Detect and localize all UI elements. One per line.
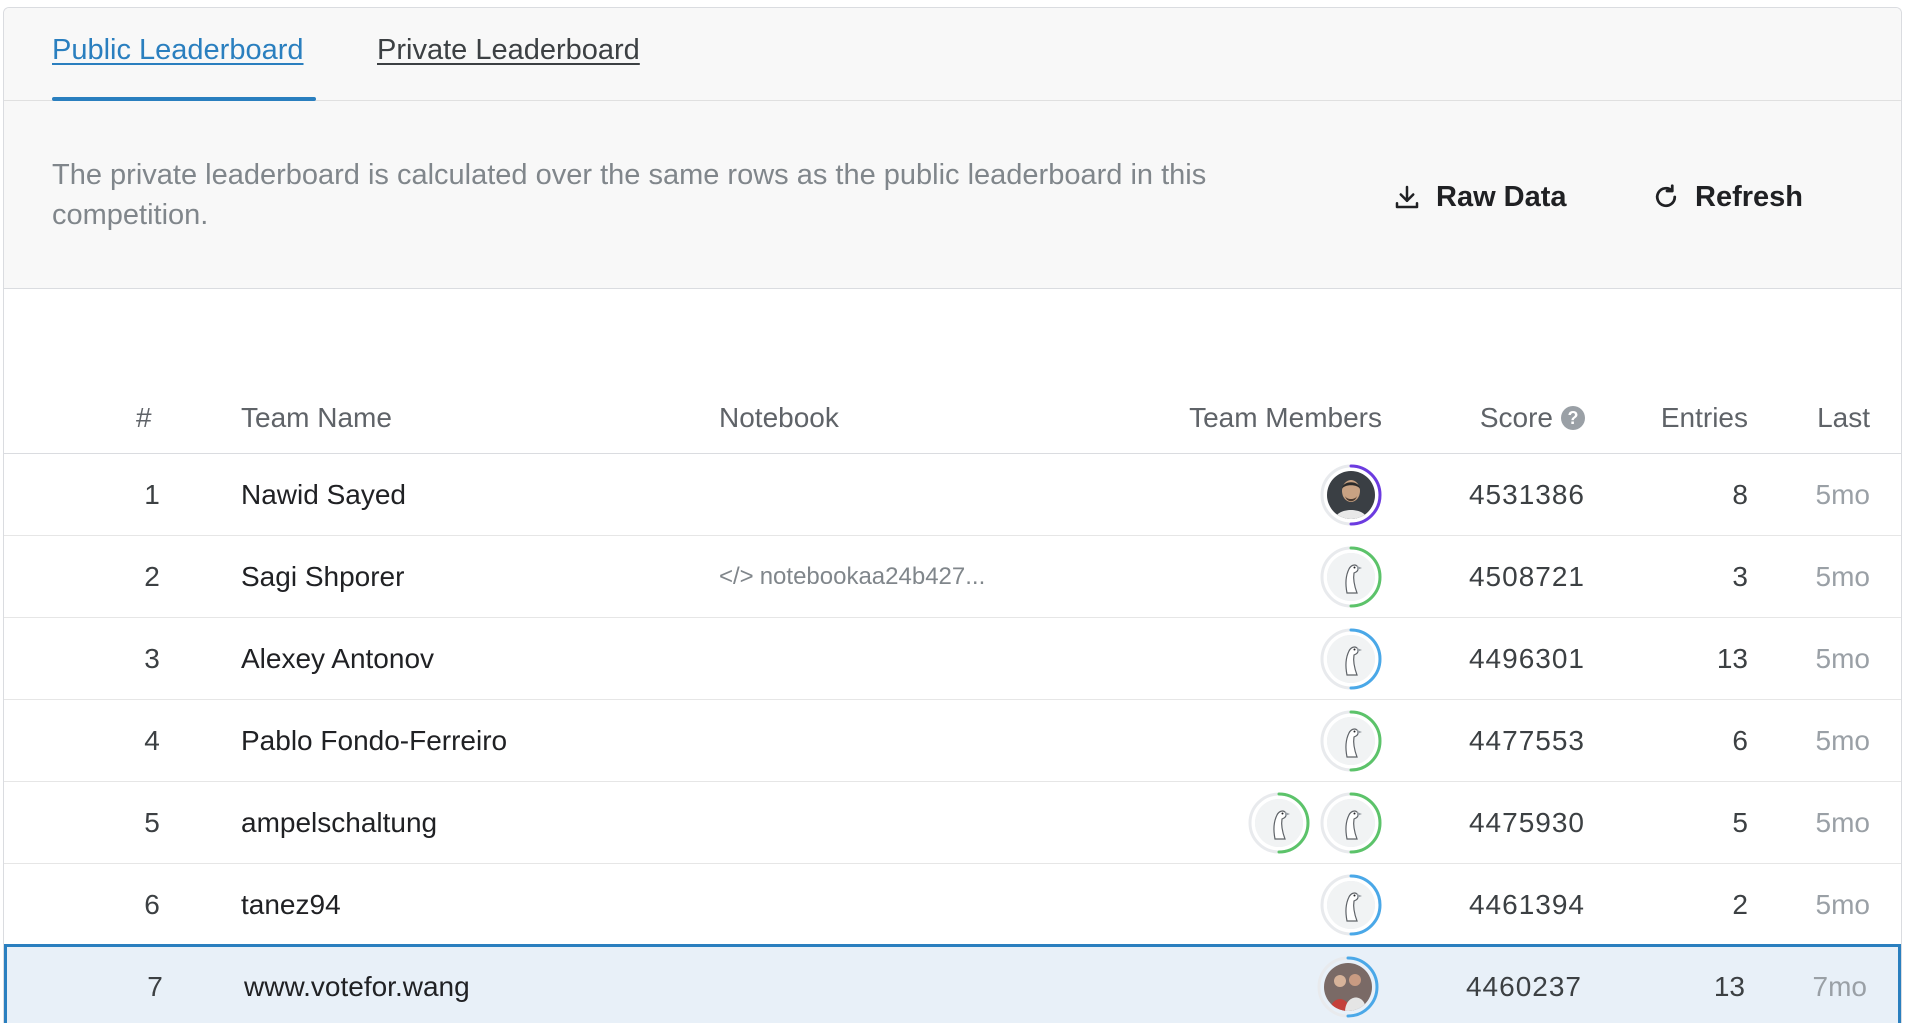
table-header: # Team Name Notebook Team Members Score … bbox=[4, 380, 1901, 454]
leaderboard-panel: Public Leaderboard Private Leaderboard T… bbox=[3, 7, 1902, 1023]
rank-cell: 6 bbox=[144, 888, 160, 920]
score-cell: 4477553 bbox=[1468, 724, 1585, 756]
header-entries[interactable]: Entries bbox=[1661, 402, 1748, 434]
notebook-name: notebookaa24b427... bbox=[759, 562, 986, 590]
table-row[interactable]: 2 Sagi Shporer </> notebookaa24b427... 45087… bbox=[4, 536, 1901, 618]
team-members-cell bbox=[1320, 618, 1382, 699]
leaderboard-tabs: Public Leaderboard Private Leaderboard bbox=[4, 8, 1901, 101]
score-cell: 4496301 bbox=[1468, 642, 1585, 674]
entries-cell: 2 bbox=[1732, 888, 1748, 920]
last-submission-cell: 5mo bbox=[1815, 642, 1870, 674]
info-text: The private leaderboard is calculated ov… bbox=[52, 159, 1207, 231]
last-submission-cell: 5mo bbox=[1815, 724, 1870, 756]
tab-public-leaderboard[interactable]: Public Leaderboard bbox=[52, 34, 304, 67]
header-rank[interactable]: # bbox=[136, 402, 152, 434]
team-members-cell bbox=[1320, 536, 1382, 617]
refresh-icon bbox=[1655, 184, 1677, 208]
entries-cell: 5 bbox=[1732, 806, 1748, 838]
header-team-name[interactable]: Team Name bbox=[241, 402, 392, 434]
avatar-image bbox=[1327, 880, 1375, 929]
team-members-cell bbox=[1320, 454, 1382, 535]
team-name-link[interactable]: www.votefor.wang bbox=[244, 947, 470, 1023]
team-name-link[interactable]: Sagi Shporer bbox=[241, 536, 404, 617]
team-members-cell bbox=[1317, 947, 1379, 1023]
refresh-label: Refresh bbox=[1695, 180, 1803, 213]
team-member-avatar[interactable] bbox=[1317, 956, 1379, 1018]
rank-cell: 7 bbox=[147, 971, 163, 1002]
team-name-link[interactable]: Alexey Antonov bbox=[241, 618, 434, 699]
avatar-image bbox=[1327, 798, 1375, 847]
last-submission-cell: 5mo bbox=[1815, 478, 1870, 510]
team-members-cell bbox=[1248, 782, 1382, 863]
score-cell: 4475930 bbox=[1468, 806, 1585, 838]
last-submission-cell: 5mo bbox=[1815, 888, 1870, 920]
team-name-link[interactable]: Pablo Fondo-Ferreiro bbox=[241, 700, 507, 781]
avatar-image bbox=[1255, 798, 1303, 847]
raw-data-label: Raw Data bbox=[1436, 180, 1567, 213]
download-icon bbox=[1395, 185, 1419, 209]
entries-cell: 13 bbox=[1716, 642, 1748, 674]
info-banner: The private leaderboard is calculated ov… bbox=[4, 101, 1901, 289]
score-cell: 4531386 bbox=[1468, 478, 1585, 510]
header-team-members: Team Members bbox=[1189, 402, 1382, 433]
avatar-image bbox=[1327, 552, 1375, 601]
last-submission-cell: 7mo bbox=[1812, 971, 1867, 1002]
help-icon[interactable]: ? bbox=[1561, 406, 1585, 430]
table-row[interactable]: 3 Alexey Antonov 4496301 13 5mo bbox=[4, 618, 1901, 700]
table-row[interactable]: 5 ampelschaltung 4475930 5 5mo bbox=[4, 782, 1901, 864]
score-cell: 4460237 bbox=[1465, 971, 1582, 1002]
header-score-label: Score bbox=[1479, 402, 1553, 433]
raw-data-button[interactable]: Raw Data bbox=[1392, 177, 1567, 217]
avatar-image bbox=[1327, 716, 1375, 765]
table-row[interactable]: 4 Pablo Fondo-Ferreiro 4477553 6 5mo bbox=[4, 700, 1901, 782]
notebook-link[interactable]: </> notebookaa24b427... bbox=[719, 536, 985, 617]
team-members-cell bbox=[1320, 700, 1382, 781]
code-icon: </> bbox=[719, 562, 754, 590]
entries-cell: 6 bbox=[1732, 724, 1748, 756]
entries-cell: 3 bbox=[1732, 560, 1748, 592]
score-cell: 4461394 bbox=[1468, 888, 1585, 920]
header-score[interactable]: Score ? bbox=[1480, 402, 1585, 434]
rank-cell: 5 bbox=[144, 806, 160, 838]
avatar-image bbox=[1324, 963, 1372, 1011]
rank-cell: 1 bbox=[144, 478, 160, 510]
rank-cell: 4 bbox=[144, 724, 160, 756]
team-member-avatar[interactable] bbox=[1248, 792, 1310, 854]
avatar-image bbox=[1327, 470, 1375, 519]
rank-cell: 2 bbox=[144, 560, 160, 592]
team-name-link[interactable]: tanez94 bbox=[241, 864, 341, 945]
tab-private-leaderboard[interactable]: Private Leaderboard bbox=[377, 34, 640, 67]
score-cell: 4508721 bbox=[1468, 560, 1585, 592]
avatar-image bbox=[1327, 634, 1375, 683]
entries-cell: 8 bbox=[1732, 478, 1748, 510]
rank-cell: 3 bbox=[144, 642, 160, 674]
team-member-avatar[interactable] bbox=[1320, 792, 1382, 854]
team-member-avatar[interactable] bbox=[1320, 874, 1382, 936]
table-row[interactable]: 6 tanez94 4461394 2 5mo bbox=[4, 864, 1901, 946]
entries-cell: 13 bbox=[1713, 971, 1745, 1002]
team-member-avatar[interactable] bbox=[1320, 464, 1382, 526]
team-name-link[interactable]: ampelschaltung bbox=[241, 782, 437, 863]
header-notebook: Notebook bbox=[719, 402, 839, 433]
header-last[interactable]: Last bbox=[1817, 402, 1870, 434]
refresh-button[interactable]: Refresh bbox=[1651, 177, 1803, 217]
team-member-avatar[interactable] bbox=[1320, 628, 1382, 690]
table-row-current-user[interactable]: 7 www.votefor.wang 4460237 13 7mo bbox=[4, 944, 1901, 1023]
team-members-cell bbox=[1320, 864, 1382, 945]
team-member-avatar[interactable] bbox=[1320, 710, 1382, 772]
team-name-link[interactable]: Nawid Sayed bbox=[241, 454, 406, 535]
last-submission-cell: 5mo bbox=[1815, 560, 1870, 592]
team-member-avatar[interactable] bbox=[1320, 546, 1382, 608]
last-submission-cell: 5mo bbox=[1815, 806, 1870, 838]
table-row[interactable]: 1 Nawid Sayed 4531386 8 5mo bbox=[4, 454, 1901, 536]
